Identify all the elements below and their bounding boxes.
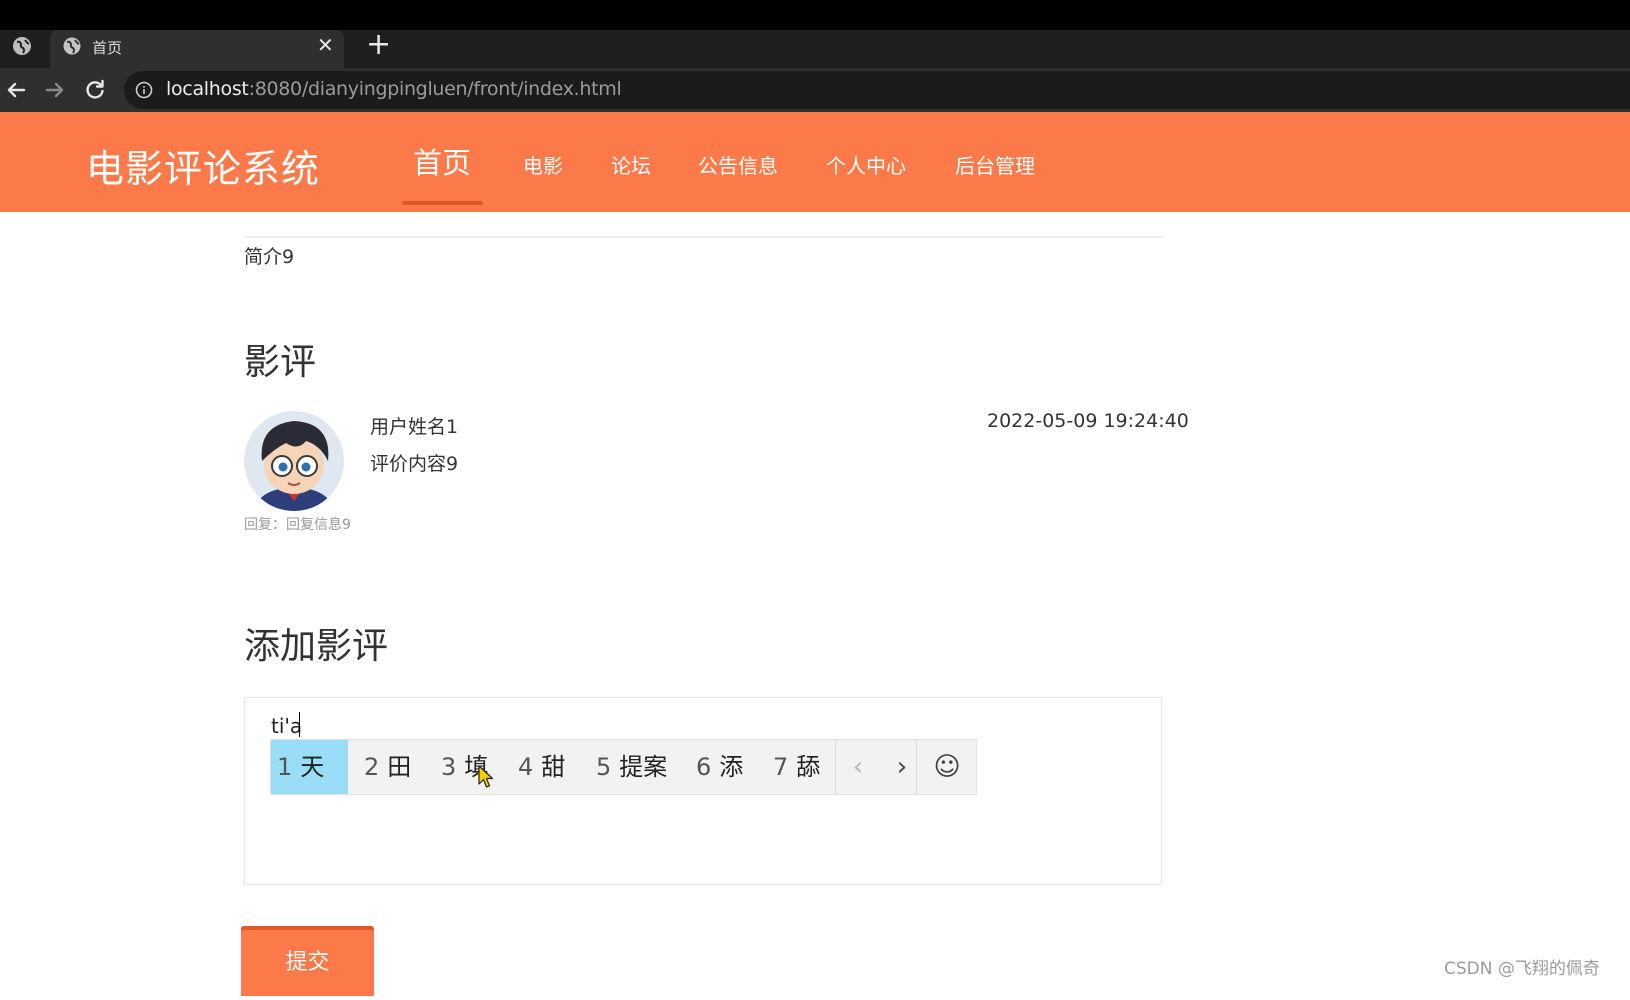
browser-toolbar: localhost:8080/dianyingpingluen/front/in… — [0, 68, 1630, 112]
review-timestamp: 2022-05-09 19:24:40 — [987, 410, 1189, 432]
ime-candidate-bar: 1天 2田 3填 4甜 5 提案 6添 7舔 ‹ › ☺ — [270, 739, 977, 795]
ime-candidate[interactable]: 4甜 — [512, 740, 571, 794]
back-arrow-icon[interactable] — [2, 76, 30, 104]
nav-movies[interactable]: 电影 — [523, 150, 563, 179]
submit-button[interactable]: 提交 — [241, 926, 374, 996]
new-tab-button[interactable]: + — [366, 27, 391, 62]
avatar — [244, 411, 344, 511]
site-title: 电影评论系统 — [86, 147, 321, 191]
ime-candidate[interactable]: 1天 — [271, 740, 348, 794]
site-header: 电影评论系统 首页 电影 论坛 公告信息 个人中心 后台管理 — [0, 112, 1630, 212]
url-path: :8080/dianyingpingluen/front/index.html — [248, 78, 622, 100]
window-top-bar — [0, 0, 1630, 30]
nav-profile[interactable]: 个人中心 — [826, 150, 906, 179]
nav-admin[interactable]: 后台管理 — [955, 150, 1035, 179]
forward-arrow-icon[interactable] — [41, 76, 69, 104]
movie-intro: 简介9 — [244, 246, 295, 268]
globe-icon — [63, 37, 81, 55]
text-caret — [299, 712, 300, 737]
ime-candidate[interactable]: 7舔 — [767, 740, 826, 794]
review-reply: 回复：回复信息9 — [244, 517, 351, 533]
info-icon[interactable] — [134, 80, 154, 100]
ime-candidate[interactable]: 6添 — [690, 740, 749, 794]
url-host: localhost — [166, 78, 249, 100]
url-text: localhost:8080/dianyingpingluen/front/in… — [166, 78, 622, 100]
avatar-image — [244, 411, 344, 511]
nav-home[interactable]: 首页 — [413, 140, 471, 182]
divider — [244, 236, 1164, 238]
tab-title: 首页 — [92, 39, 123, 57]
ime-candidate[interactable]: 5 提案 — [590, 740, 673, 794]
globe-icon[interactable] — [11, 35, 33, 57]
nav-announcements[interactable]: 公告信息 — [698, 150, 778, 179]
review-content: 评价内容9 — [370, 453, 459, 475]
emoji-icon[interactable]: ☺ — [918, 740, 976, 794]
review-username: 用户姓名1 — [370, 416, 459, 438]
watermark: CSDN @飞翔的佩奇 — [1444, 959, 1600, 979]
nav-forum[interactable]: 论坛 — [611, 150, 651, 179]
ime-prev-page-icon[interactable]: ‹ — [837, 740, 879, 794]
add-review-heading: 添加影评 — [244, 626, 389, 667]
ime-candidate[interactable]: 2田 — [358, 740, 417, 794]
ime-divider — [916, 740, 917, 794]
textarea-value: ti'a — [271, 714, 303, 738]
mouse-pointer-icon — [478, 765, 494, 788]
ime-divider — [835, 740, 836, 794]
close-icon[interactable]: ✕ — [317, 33, 334, 57]
address-bar[interactable]: localhost:8080/dianyingpingluen/front/in… — [124, 71, 1630, 109]
reload-icon[interactable] — [81, 76, 109, 104]
nav-active-indicator — [402, 201, 483, 205]
reviews-heading: 影评 — [244, 342, 317, 383]
browser-tab[interactable]: 首页 ✕ — [50, 30, 344, 68]
